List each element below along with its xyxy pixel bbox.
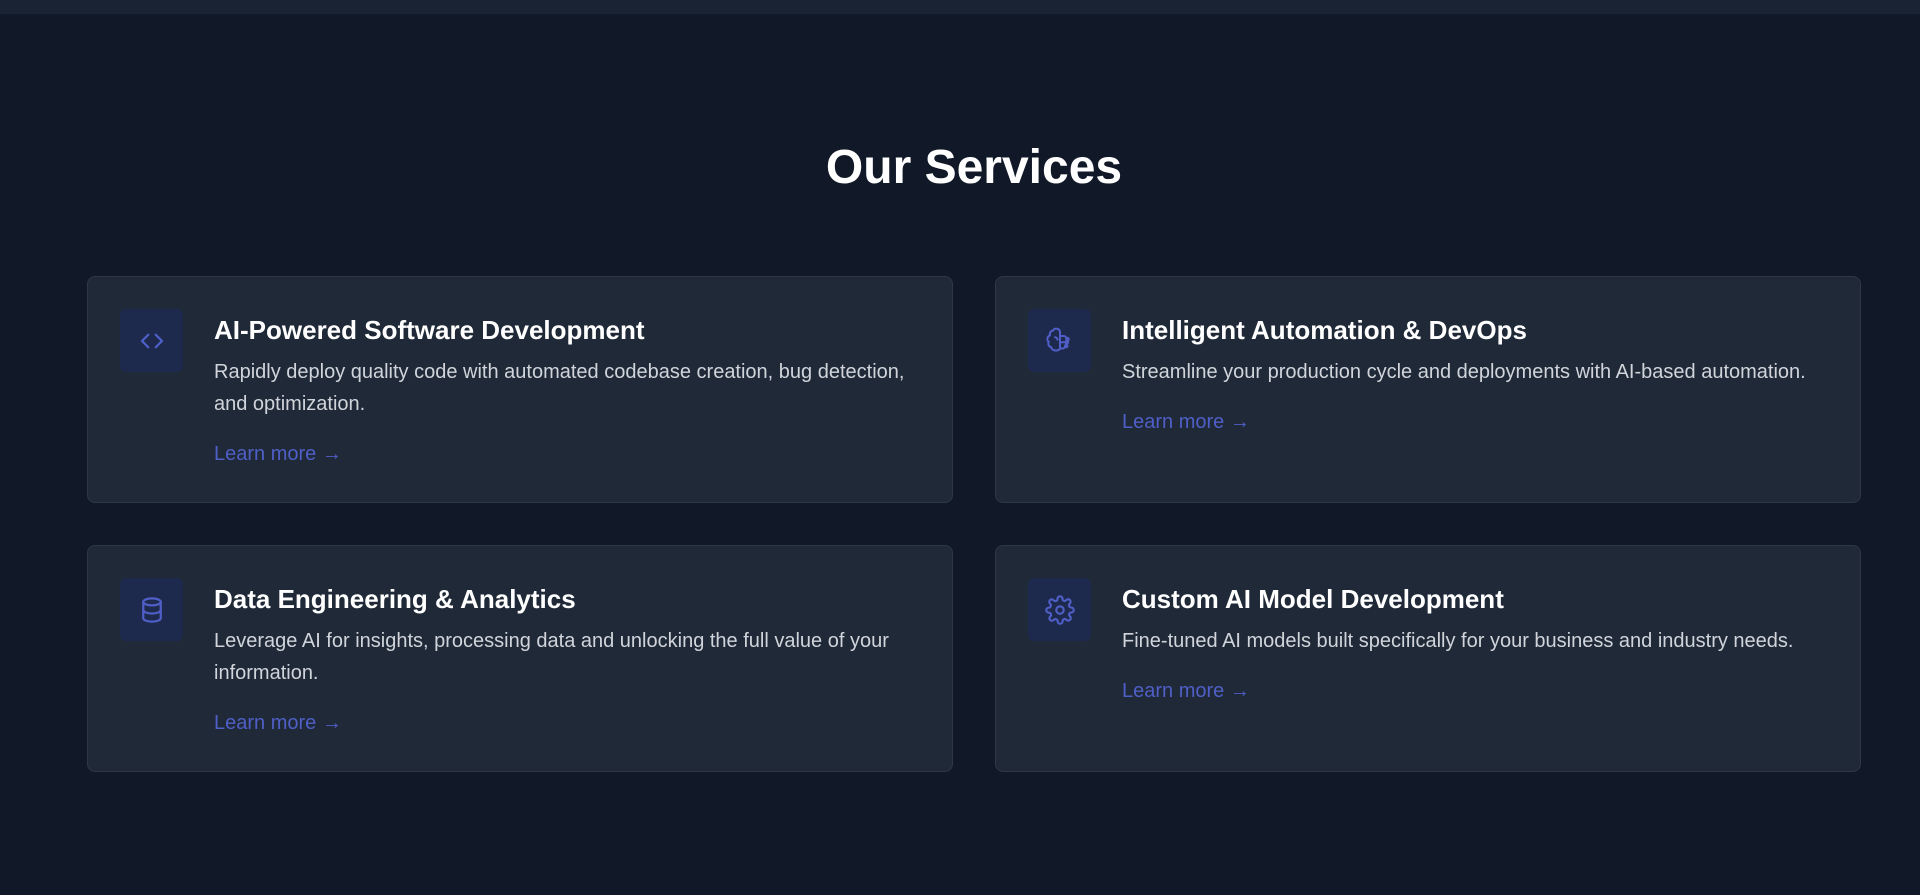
service-card-data-engineering: Data Engineering & Analytics Leverage AI… [87,545,953,772]
top-nav-bar [0,0,1920,14]
database-icon [120,578,183,641]
learn-more-link[interactable]: Learn more → [214,709,342,737]
service-title: Intelligent Automation & DevOps [1122,315,1527,345]
learn-more-link[interactable]: Learn more → [214,440,342,468]
service-title: Custom AI Model Development [1122,584,1504,614]
service-description: Rapidly deploy quality code with automat… [214,361,905,415]
service-card-software-development: AI-Powered Software Development Rapidly … [87,276,953,503]
service-card-custom-ai-model: Custom AI Model Development Fine-tuned A… [995,545,1861,772]
learn-more-link[interactable]: Learn more → [1122,408,1250,436]
service-title: AI-Powered Software Development [214,315,645,345]
learn-more-link[interactable]: Learn more → [1122,677,1250,705]
service-title: Data Engineering & Analytics [214,584,576,614]
code-icon [120,309,183,372]
service-card-automation-devops: Intelligent Automation & DevOps Streamli… [995,276,1861,503]
service-description: Leverage AI for insights, processing dat… [214,630,889,684]
service-description: Streamline your production cycle and dep… [1122,361,1806,383]
service-description: Fine-tuned AI models built specifically … [1122,630,1794,652]
brain-icon [1028,309,1091,372]
section-title: Our Services [825,141,1123,194]
gear-icon [1028,578,1091,641]
